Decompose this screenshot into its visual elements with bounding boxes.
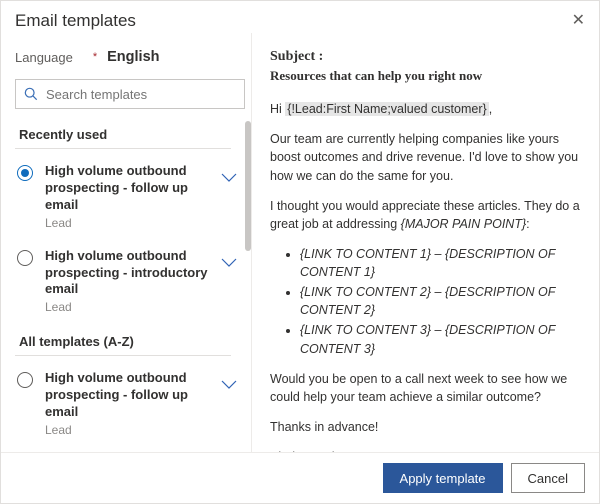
subject-label: Subject :	[270, 47, 583, 67]
search-box[interactable]	[15, 79, 245, 109]
template-list-scroll: Recently used High volume outbound prosp…	[15, 121, 251, 452]
dialog-header: Email templates ✕	[1, 1, 599, 33]
preview-panel: Subject : Resources that can help you ri…	[251, 33, 599, 452]
email-templates-dialog: Email templates ✕ Language * English Rec…	[0, 0, 600, 504]
p2-pain-point: {MAJOR PAIN POINT}	[401, 217, 527, 231]
template-item[interactable]: High volume outbound prospecting - follo…	[15, 159, 237, 244]
radio-icon[interactable]	[17, 372, 33, 388]
template-text: High volume outbound prospecting - follo…	[45, 370, 217, 437]
template-item[interactable]: High volume outbound prospecting - intro…	[15, 244, 237, 329]
language-select[interactable]: English	[107, 49, 159, 65]
template-item[interactable]: High volume outbound prospecting - follo…	[15, 366, 237, 451]
greeting-suffix: ,	[489, 102, 492, 116]
chevron-down-icon[interactable]	[221, 256, 237, 271]
search-input[interactable]	[46, 87, 236, 102]
body-paragraph-3: Would you be open to a call next week to…	[270, 370, 583, 406]
left-panel: Language * English Recently used Hi	[1, 33, 251, 452]
dialog-footer: Apply template Cancel	[1, 452, 599, 503]
greeting-prefix: Hi	[270, 102, 285, 116]
content-link-item: {LINK TO CONTENT 2} – {DESCRIPTION OF CO…	[300, 283, 583, 319]
template-name: High volume outbound prospecting - intro…	[45, 248, 217, 299]
template-name: High volume outbound prospecting - follo…	[45, 163, 217, 214]
template-subtype: Lead	[45, 216, 217, 230]
body-paragraph-1: Our team are currently helping companies…	[270, 130, 583, 184]
template-name: High volume outbound prospecting - follo…	[45, 370, 217, 421]
section-header-all: All templates (A-Z)	[15, 328, 231, 356]
template-text: High volume outbound prospecting - intro…	[45, 248, 217, 315]
p2-text-c: :	[526, 217, 529, 231]
template-subtype: Lead	[45, 423, 217, 437]
scrollbar[interactable]	[245, 121, 251, 251]
body-paragraph-2: I thought you would appreciate these art…	[270, 197, 583, 233]
cancel-button[interactable]: Cancel	[511, 463, 585, 493]
template-list: Recently used High volume outbound prosp…	[15, 121, 251, 452]
subject-text: Resources that can help you right now	[270, 67, 583, 86]
chevron-down-icon[interactable]	[221, 378, 237, 393]
body-paragraph-4: Thanks in advance!	[270, 418, 583, 436]
radio-selected-icon[interactable]	[17, 165, 33, 181]
template-item[interactable]: High volume outbound prospecting - intro…	[15, 451, 237, 452]
greeting-line: Hi {!Lead:First Name;valued customer},	[270, 100, 583, 118]
template-subtype: Lead	[45, 300, 217, 314]
content-link-item: {LINK TO CONTENT 3} – {DESCRIPTION OF CO…	[300, 321, 583, 357]
language-row: Language * English	[15, 49, 251, 65]
close-icon[interactable]: ✕	[572, 13, 585, 29]
dialog-title: Email templates	[15, 11, 136, 31]
radio-icon[interactable]	[17, 250, 33, 266]
content-link-item: {LINK TO CONTENT 1} – {DESCRIPTION OF CO…	[300, 245, 583, 281]
template-text: High volume outbound prospecting - follo…	[45, 163, 217, 230]
section-header-recent: Recently used	[15, 121, 231, 149]
merge-field-lead-firstname: {!Lead:First Name;valued customer}	[285, 102, 488, 116]
dialog-body: Language * English Recently used Hi	[1, 33, 599, 452]
content-links-list: {LINK TO CONTENT 1} – {DESCRIPTION OF CO…	[300, 245, 583, 358]
chevron-down-icon[interactable]	[221, 171, 237, 186]
language-label: Language	[15, 50, 73, 65]
required-star-icon: *	[93, 51, 97, 63]
search-icon	[24, 87, 38, 101]
apply-template-button[interactable]: Apply template	[383, 463, 503, 493]
